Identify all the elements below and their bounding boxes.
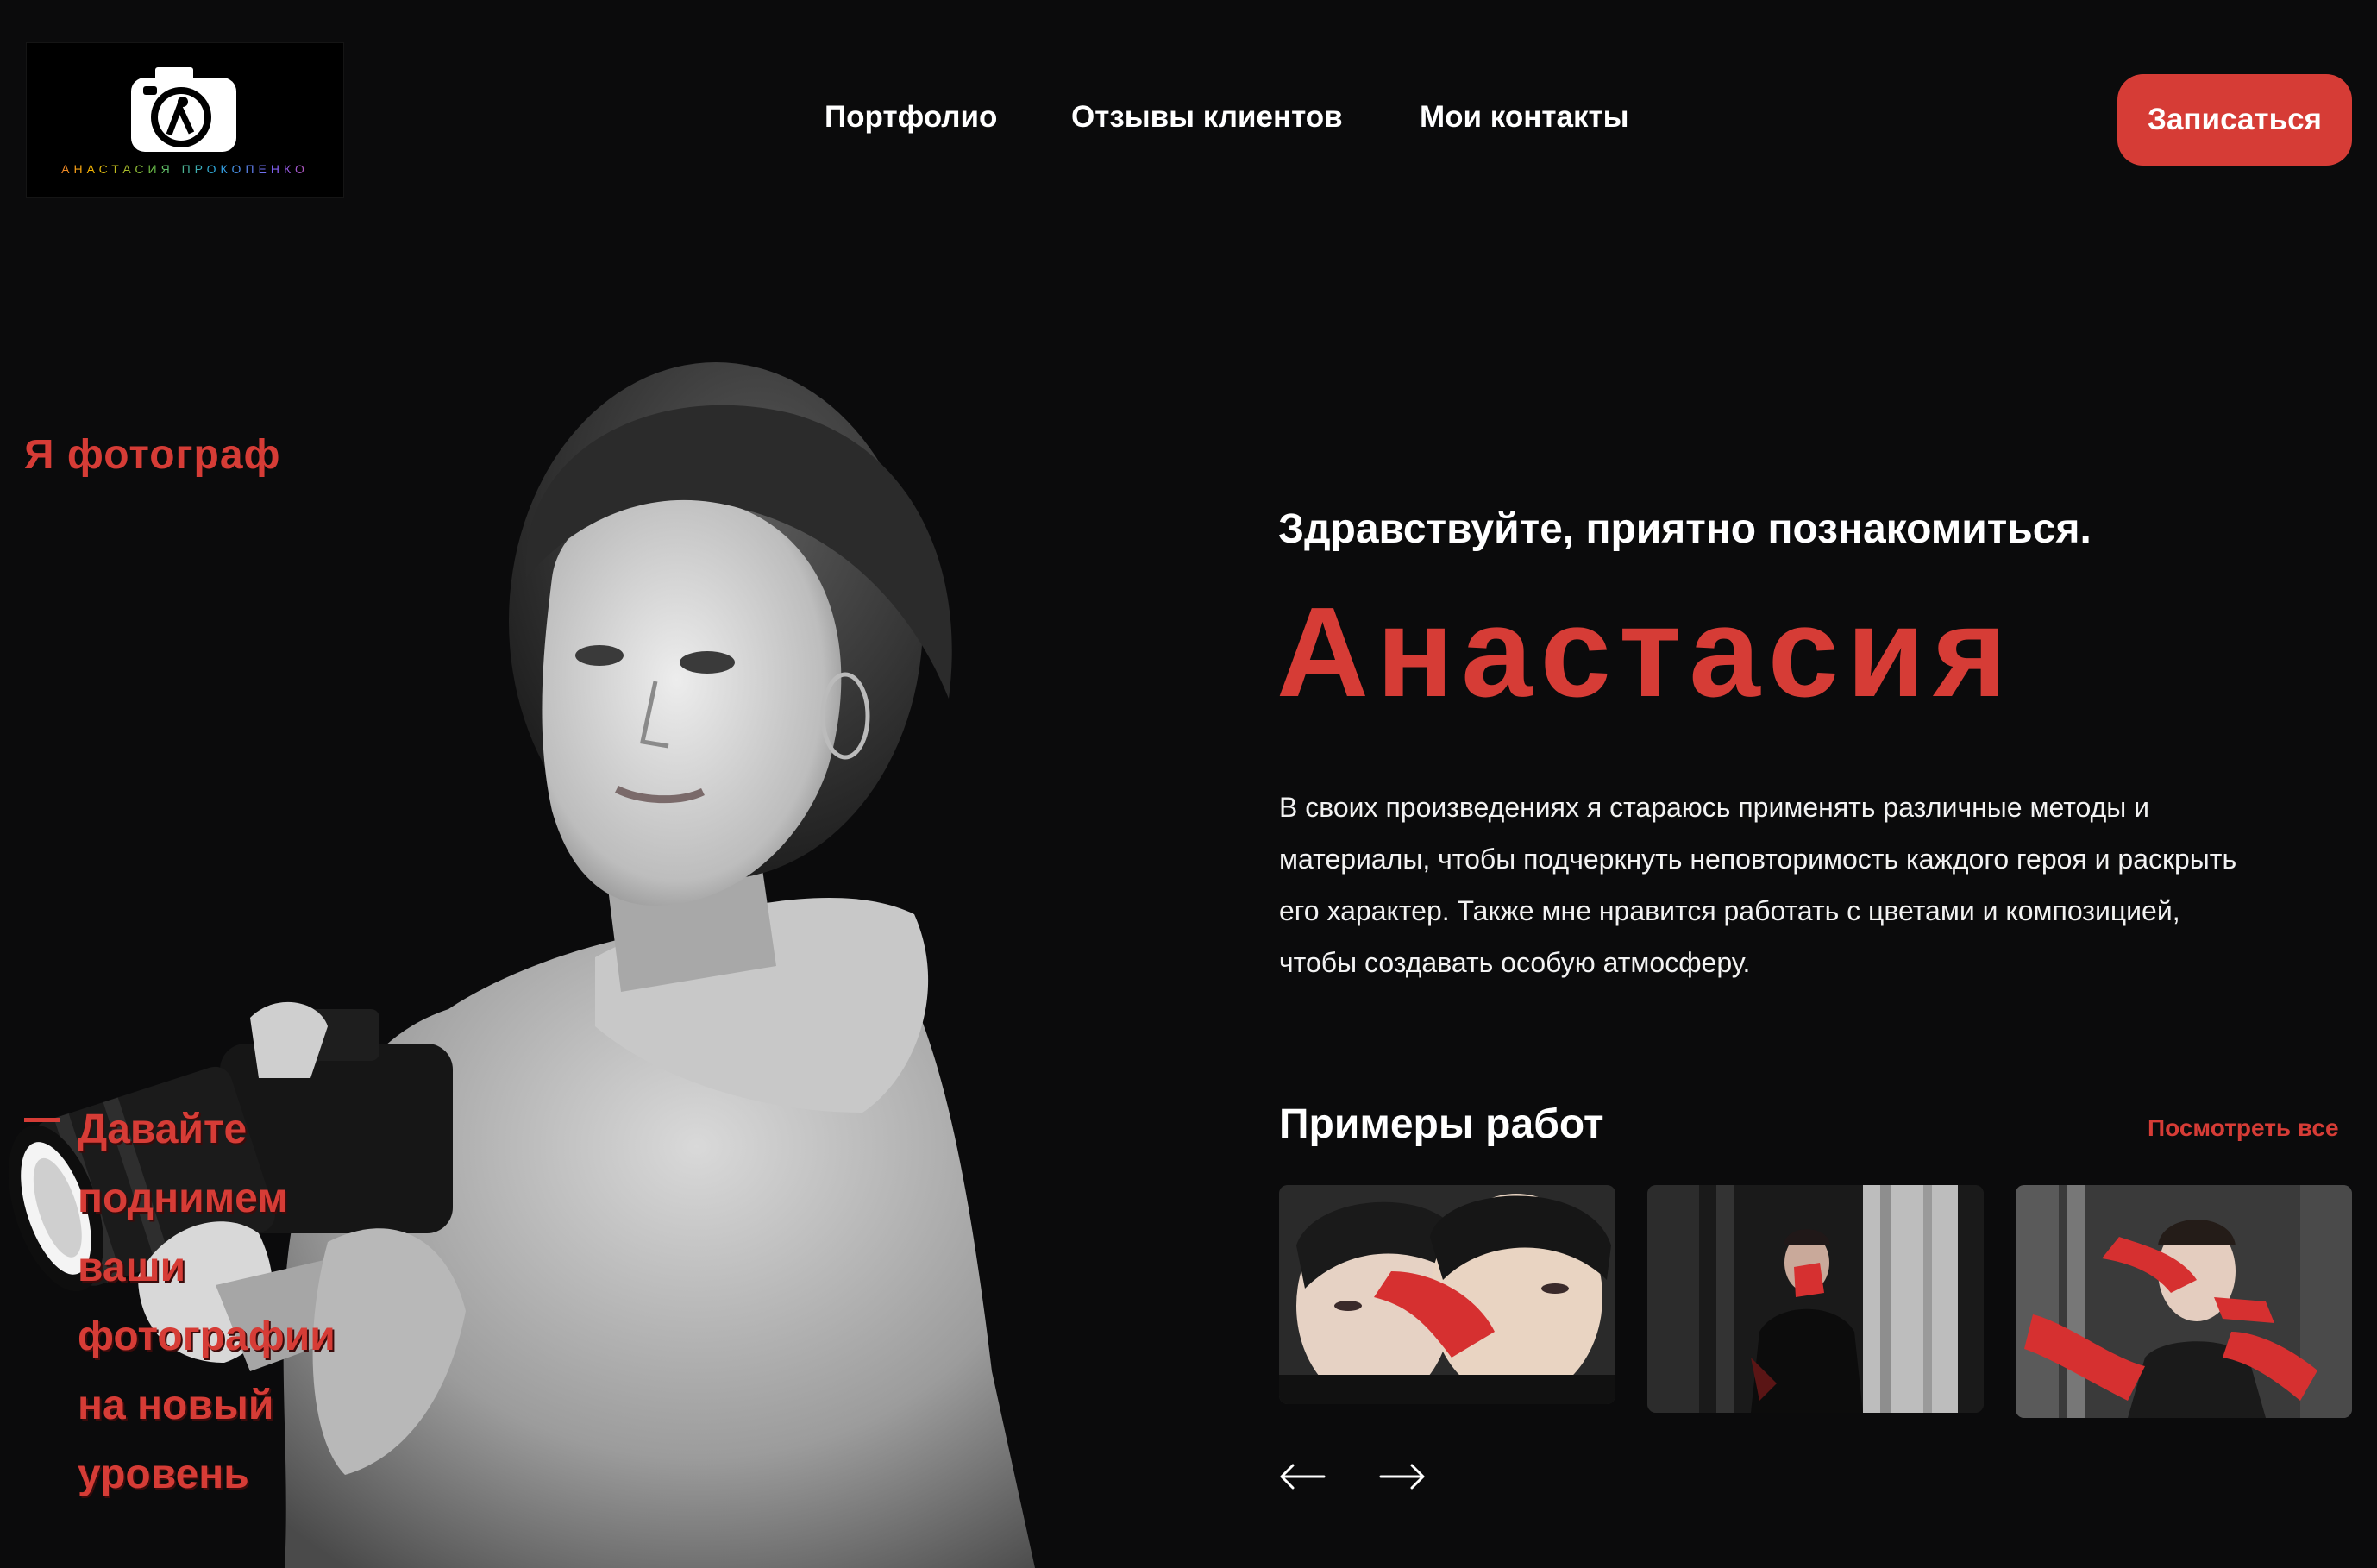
slogan-dash bbox=[24, 1118, 60, 1122]
work-image-forest bbox=[1647, 1185, 1984, 1413]
arrow-right-icon bbox=[1379, 1464, 1425, 1490]
nav-contacts[interactable]: Мои контакты bbox=[1420, 98, 1629, 136]
slogan-text: Давайте поднимем ваши фотографии на новы… bbox=[78, 1107, 336, 1497]
hero-tagline: Я фотограф bbox=[24, 432, 281, 478]
work-image-red-hands bbox=[2016, 1185, 2352, 1418]
logo-text: АНАСТАСИЯ ПРОКОПЕНКО bbox=[27, 162, 343, 176]
signup-button[interactable]: Записаться bbox=[2117, 74, 2352, 166]
arrow-left-icon bbox=[1280, 1464, 1326, 1490]
camera-logo-icon bbox=[131, 67, 236, 152]
work-card-1[interactable] bbox=[1279, 1185, 1615, 1404]
see-all-link[interactable]: Посмотреть все bbox=[2148, 1114, 2339, 1142]
nav-portfolio[interactable]: Портфолио bbox=[825, 98, 997, 136]
carousel-next-button[interactable] bbox=[1377, 1451, 1428, 1502]
work-image-faces bbox=[1279, 1185, 1615, 1404]
site-logo[interactable]: АНАСТАСИЯ ПРОКОПЕНКО bbox=[26, 42, 344, 198]
carousel-prev-button[interactable] bbox=[1276, 1451, 1328, 1502]
work-card-2[interactable] bbox=[1647, 1185, 1984, 1413]
work-card-3[interactable] bbox=[2016, 1185, 2352, 1418]
greeting-text: Здравствуйте, приятно познакомиться. bbox=[1278, 506, 2092, 552]
hero-name: Анастасия bbox=[1276, 581, 2016, 724]
nav-reviews[interactable]: Отзывы клиентов bbox=[1071, 98, 1343, 136]
works-title: Примеры работ bbox=[1279, 1101, 1604, 1147]
about-text: В своих произведениях я стараюсь применя… bbox=[1279, 792, 2237, 978]
